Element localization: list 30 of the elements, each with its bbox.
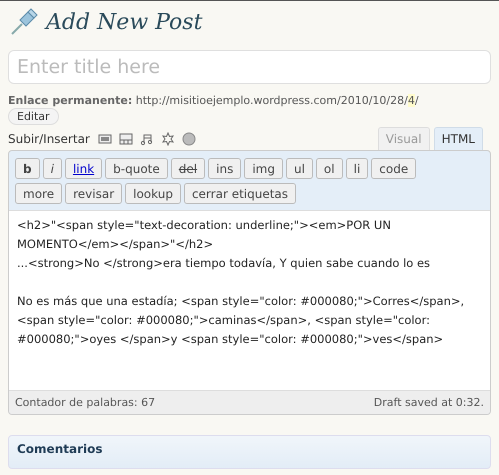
- comments-panel-title[interactable]: Comentarios: [8, 435, 491, 469]
- page-title: Add New Post: [46, 10, 202, 34]
- format-button[interactable]: lookup: [125, 183, 181, 204]
- format-button[interactable]: b-quote: [105, 158, 168, 179]
- format-button[interactable]: ul: [286, 158, 313, 179]
- edit-button[interactable]: Editar: [8, 108, 59, 125]
- format-button[interactable]: del: [170, 158, 206, 179]
- format-button[interactable]: ol: [316, 158, 343, 179]
- image-icon[interactable]: [98, 132, 112, 146]
- circle-icon[interactable]: [182, 132, 196, 146]
- format-button[interactable]: revisar: [65, 183, 122, 204]
- permalink-text: Enlace permanente: http://misitioejemplo.wordpress.com/2010/10/28/4/: [8, 94, 420, 107]
- title-field[interactable]: Enter title here: [8, 50, 491, 84]
- content-editor[interactable]: <h2>"<span style="text-decoration: underline;"><em>POR UN MOMENTO</em></span>"</h2> ...<strong>No </strong>era tiempo todavía, Y quien sabe cuando lo es No es más que una estadía; <span style="color: #000080;">Corres</span>, <span style="color: #000080;">caminas</span>, <span style="color: #000080;">oyes </span>y <span style="color: #000080;">ves</span>: [9, 210, 490, 390]
- format-button[interactable]: more: [15, 183, 62, 204]
- draft-status: Draft saved at 0:32.: [374, 396, 484, 409]
- format-button[interactable]: li: [346, 158, 368, 179]
- format-button[interactable]: img: [244, 158, 283, 179]
- music-note-icon[interactable]: [140, 132, 154, 146]
- format-button[interactable]: i: [42, 158, 62, 179]
- format-button[interactable]: b: [15, 158, 40, 179]
- editor-tab[interactable]: HTML: [434, 127, 483, 150]
- upload-label: Subir/Insertar: [8, 132, 90, 146]
- format-button[interactable]: cerrar etiquetas: [184, 183, 296, 204]
- format-button[interactable]: code: [371, 158, 416, 179]
- format-button[interactable]: link: [64, 158, 102, 179]
- star-burst-icon[interactable]: [160, 132, 175, 146]
- word-count: Contador de palabras: 67: [15, 396, 156, 409]
- video-icon[interactable]: [118, 132, 133, 146]
- format-button[interactable]: ins: [208, 158, 242, 179]
